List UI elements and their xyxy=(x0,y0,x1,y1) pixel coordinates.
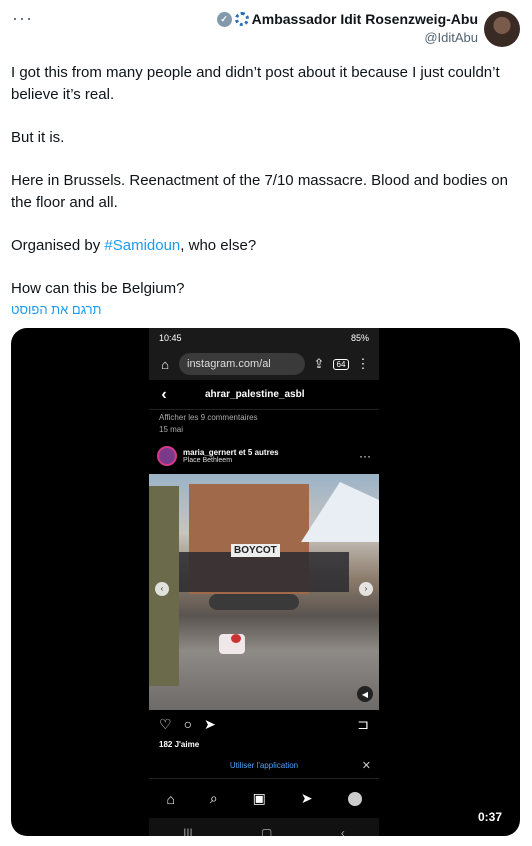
tweet-text: I got this from many people and didn’t p… xyxy=(11,62,521,321)
affiliation-badge-icon xyxy=(234,12,249,26)
previous-post-meta: Afficher les 9 commentaires 15 mai xyxy=(149,410,379,438)
url-field: instagram.com/al xyxy=(179,353,305,375)
photo-tent xyxy=(301,482,379,542)
back-icon: ‹ xyxy=(340,826,345,836)
author-handle[interactable]: @IditAbu xyxy=(217,30,478,45)
instagram-header: ‹ ahrar_palestine_asbl xyxy=(149,380,379,410)
tweet-paragraph-5: How can this be Belgium? xyxy=(11,280,185,297)
use-app-banner: Utiliser l'application ✕ xyxy=(149,752,379,778)
phone-screen-recording: 10:45 85% ⌂ instagram.com/al ⇪ 64 ⋮ ‹ ah… xyxy=(149,328,379,836)
more-options-icon[interactable]: ··· xyxy=(12,8,33,29)
author-display-name[interactable]: Ambassador Idit Rosenzweig-Abu xyxy=(252,11,478,27)
home-button-icon: ▢ xyxy=(260,826,273,836)
paragraph-4-prefix: Organised by xyxy=(11,237,105,254)
photo-bloodied-cloth xyxy=(219,634,245,654)
use-app-label: Utiliser l'application xyxy=(229,760,299,770)
post-date: 15 mai xyxy=(159,425,184,434)
instagram-profile-name: ahrar_palestine_asbl xyxy=(205,389,305,400)
tab-reels-icon: ▣ xyxy=(252,790,266,806)
phone-battery: 85% xyxy=(350,333,369,343)
phone-time: 10:45 xyxy=(159,333,182,343)
post-author-name: maria_gernert et 5 autres xyxy=(183,448,279,457)
share-icon: ⇪ xyxy=(313,356,325,371)
photo-figures-on-ground xyxy=(209,594,299,610)
translate-post-link[interactable]: תרגם את הפוסט xyxy=(11,302,102,317)
comment-icon: ○ xyxy=(183,716,193,732)
photo-crowd xyxy=(179,552,349,592)
author-info[interactable]: ✓ Ambassador Idit Rosenzweig-Abu @IditAb… xyxy=(216,11,478,45)
tab-home-icon: ⌂ xyxy=(166,790,175,807)
recent-apps-icon: ||| xyxy=(183,826,193,836)
post-author-avatar xyxy=(157,446,177,466)
bookmark-icon: ⊐ xyxy=(357,715,369,732)
instagram-tab-bar: ⌂ ⌕ ▣ ➤ xyxy=(149,778,379,818)
hashtag-link[interactable]: #Samidoun xyxy=(104,237,180,254)
post-author-row: maria_gernert et 5 autres Place Bethleem… xyxy=(149,438,379,474)
tab-count-icon: 64 xyxy=(333,358,349,370)
tweet-paragraph-1: I got this from many people and didn’t p… xyxy=(11,64,500,103)
carousel-next-icon: › xyxy=(359,582,373,596)
post-location: Place Bethleem xyxy=(183,457,233,464)
video-player[interactable]: 10:45 85% ⌂ instagram.com/al ⇪ 64 ⋮ ‹ ah… xyxy=(11,328,520,836)
author-name-line[interactable]: ✓ Ambassador Idit Rosenzweig-Abu xyxy=(216,11,478,27)
home-icon: ⌂ xyxy=(161,356,169,372)
tab-profile-icon xyxy=(347,791,362,806)
post-more-icon: ··· xyxy=(359,449,371,463)
like-icon: ♡ xyxy=(159,715,172,732)
android-nav-bar: ||| ▢ ‹ xyxy=(149,818,379,836)
comments-link: Afficher les 9 commentaires xyxy=(159,413,258,422)
tweet-paragraph-2: But it is. xyxy=(11,129,65,146)
video-duration: 0:37 xyxy=(477,810,502,824)
tweet-header: ··· ✓ Ambassador Idit Rosenzweig-Abu @Id… xyxy=(0,0,532,52)
tab-search-icon: ⌕ xyxy=(209,790,218,806)
tab-send-icon: ➤ xyxy=(300,790,313,806)
phone-status-bar: 10:45 85% xyxy=(149,328,379,348)
carousel-prev-icon: ‹ xyxy=(155,582,169,596)
verified-badge-icon: ✓ xyxy=(216,11,232,27)
likes-count: 182 J'aime xyxy=(149,738,379,752)
menu-icon: ⋮ xyxy=(356,356,370,371)
close-icon: ✕ xyxy=(361,759,371,772)
back-arrow-icon: ‹ xyxy=(161,385,167,403)
tweet-paragraph-3: Here in Brussels. Reenactment of the 7/1… xyxy=(11,172,508,211)
sound-icon: ◀ xyxy=(357,686,373,702)
browser-url-bar: ⌂ instagram.com/al ⇪ 64 ⋮ xyxy=(149,348,379,380)
paragraph-4-suffix: , who else? xyxy=(180,237,257,254)
post-photo: BOYCOT ‹ › ◀ xyxy=(149,474,379,710)
photo-sign: BOYCOT xyxy=(231,544,280,557)
author-avatar[interactable] xyxy=(484,11,520,47)
tweet-paragraph-4: Organised by #Samidoun, who else? xyxy=(11,235,521,257)
post-actions: ♡ ○ ➤ ⊐ xyxy=(149,710,379,738)
send-icon: ➤ xyxy=(204,715,216,732)
